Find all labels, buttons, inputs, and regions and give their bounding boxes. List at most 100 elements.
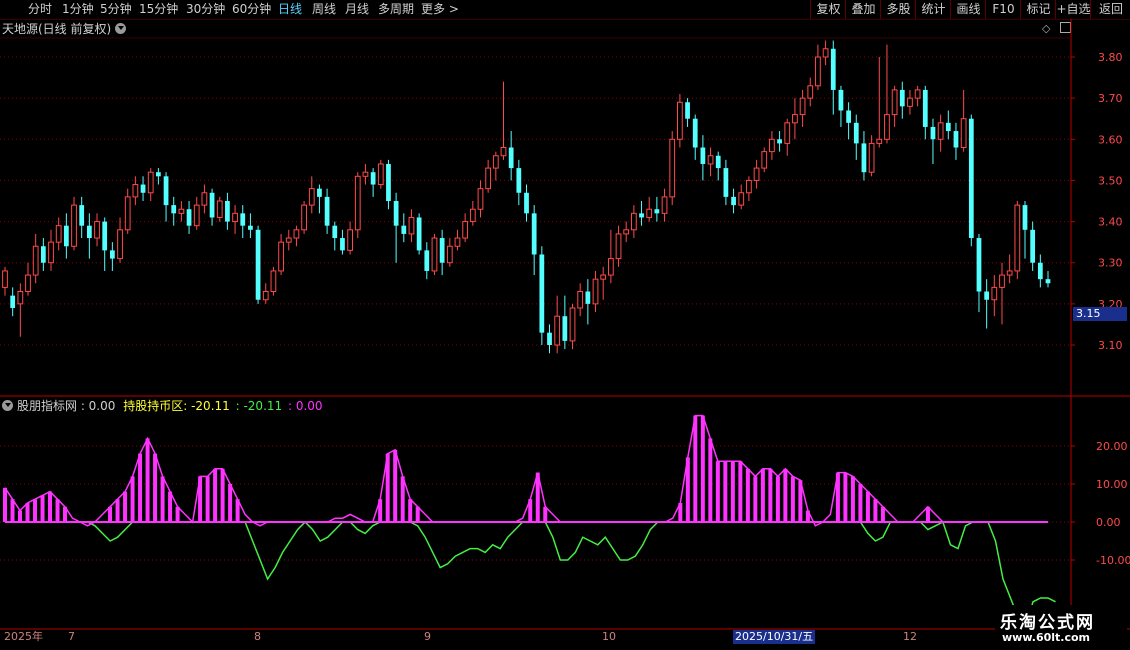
candle-body: [815, 56, 821, 87]
candle-body: [707, 155, 714, 165]
top-toolbar: 分时 1分钟 5分钟 15分钟 30分钟 60分钟 日线 周线 月线 多周期 更多 > 复权 叠加 多股…: [0, 0, 1130, 20]
candle-body: [225, 201, 230, 222]
candle-body: [1014, 204, 1021, 272]
period-tab-10[interactable]: 更多 >: [421, 2, 459, 17]
indicator-bar: [25, 503, 30, 522]
candle-body: [562, 316, 568, 341]
period-tab-4[interactable]: 30分钟: [186, 2, 225, 17]
candle-body: [807, 85, 814, 99]
toolbar-button-6[interactable]: 标记: [1020, 0, 1056, 19]
candle-body: [301, 204, 307, 231]
candle-body: [193, 204, 200, 227]
green-line: [5, 520, 1056, 631]
candle-body: [700, 147, 706, 164]
indicator-name: 股朋指标网 : 0.00: [17, 399, 116, 413]
watermark-url: www.60lt.com: [1002, 631, 1091, 644]
period-tab-6[interactable]: 日线: [278, 2, 302, 17]
indicator-bar: [865, 491, 870, 522]
candle-body: [846, 110, 851, 123]
candle-body: [117, 229, 123, 260]
candle-body: [293, 229, 300, 239]
toolbar-button-2[interactable]: 多股: [880, 0, 916, 19]
candle-body: [201, 192, 208, 206]
candle-body: [960, 118, 967, 149]
indicator-bar: [798, 480, 803, 522]
diamond-icon[interactable]: ◇: [1042, 22, 1050, 35]
toolbar-button-5[interactable]: F10: [985, 0, 1021, 19]
candle-body: [439, 238, 445, 263]
candle-body: [715, 155, 721, 169]
indicator-bar: [40, 495, 45, 522]
period-tab-5[interactable]: 60分钟: [232, 2, 271, 17]
candle-body: [347, 229, 353, 251]
toolbar-button-8[interactable]: 返回: [1090, 0, 1130, 19]
candle-body: [2, 270, 8, 288]
candle-body: [784, 122, 791, 144]
candle-body: [746, 179, 752, 194]
indicator-bar: [775, 476, 780, 522]
toolbar-button-3[interactable]: 统计: [915, 0, 951, 19]
candle-body: [140, 184, 146, 193]
candle-body: [891, 89, 898, 116]
candle-body: [615, 233, 622, 260]
candle-body: [547, 332, 552, 345]
candle-body: [723, 168, 729, 197]
candle-body: [186, 209, 192, 226]
period-tab-7[interactable]: 周线: [312, 2, 336, 17]
candle-body: [799, 97, 806, 116]
candle-body: [907, 97, 913, 107]
period-tab-8[interactable]: 月线: [345, 2, 369, 17]
indicator-bar: [693, 415, 698, 522]
candle-body: [822, 48, 829, 58]
indicator-bar: [535, 472, 540, 522]
candle-body: [354, 175, 361, 231]
candle-body: [630, 212, 637, 231]
candle-body: [285, 237, 292, 243]
toolbar-button-0[interactable]: 复权: [810, 0, 846, 19]
candle-body: [163, 176, 169, 206]
candle-body: [147, 171, 154, 194]
toolbar-button-4[interactable]: 画线: [950, 0, 986, 19]
indicator-bar: [753, 476, 758, 522]
period-tab-9[interactable]: 多周期: [378, 2, 414, 17]
period-tab-2[interactable]: 5分钟: [100, 2, 132, 17]
indicator-bar: [160, 476, 165, 522]
period-tab-3[interactable]: 15分钟: [139, 2, 178, 17]
candle-body: [262, 291, 269, 301]
candle-body: [32, 245, 39, 276]
candle-body: [945, 122, 951, 132]
candle-body: [386, 163, 391, 201]
candle-body: [830, 48, 836, 90]
indicator-bar: [925, 506, 930, 522]
indicator-bar: [108, 506, 113, 522]
ind-label: -10.00: [1096, 554, 1130, 567]
ind-label: 20.00: [1096, 440, 1128, 453]
magenta-line: [4, 414, 1048, 527]
candle-body: [914, 89, 921, 99]
candle-body: [63, 225, 69, 247]
indicator-bar: [153, 453, 158, 522]
candle-body: [132, 184, 139, 198]
period-tab-0[interactable]: 分时: [28, 2, 52, 17]
candle-body: [623, 229, 630, 235]
dropdown-icon[interactable]: [115, 23, 127, 34]
candle-body: [930, 126, 936, 140]
indicator-bar: [783, 468, 788, 522]
candle-body: [585, 291, 591, 304]
toolbar-button-7[interactable]: +自选: [1055, 0, 1091, 19]
indicator-bar: [880, 506, 885, 522]
price-label: 3.70: [1098, 92, 1123, 105]
toolbar-button-1[interactable]: 叠加: [845, 0, 881, 19]
indicator-dropdown-icon[interactable]: [2, 400, 13, 411]
panel-toggle-icon[interactable]: [1060, 22, 1071, 33]
indicator-bar: [220, 468, 225, 522]
period-tab-1[interactable]: 1分钟: [62, 2, 94, 17]
candle-body: [485, 167, 492, 190]
candle-body: [248, 225, 253, 230]
stock-title-text: 天地源(日线 前复权): [2, 22, 112, 36]
candle-body: [270, 270, 277, 293]
candle-body: [25, 274, 31, 293]
indicator-bar: [745, 468, 750, 522]
candle-body: [424, 250, 430, 271]
candle-body: [876, 138, 883, 144]
